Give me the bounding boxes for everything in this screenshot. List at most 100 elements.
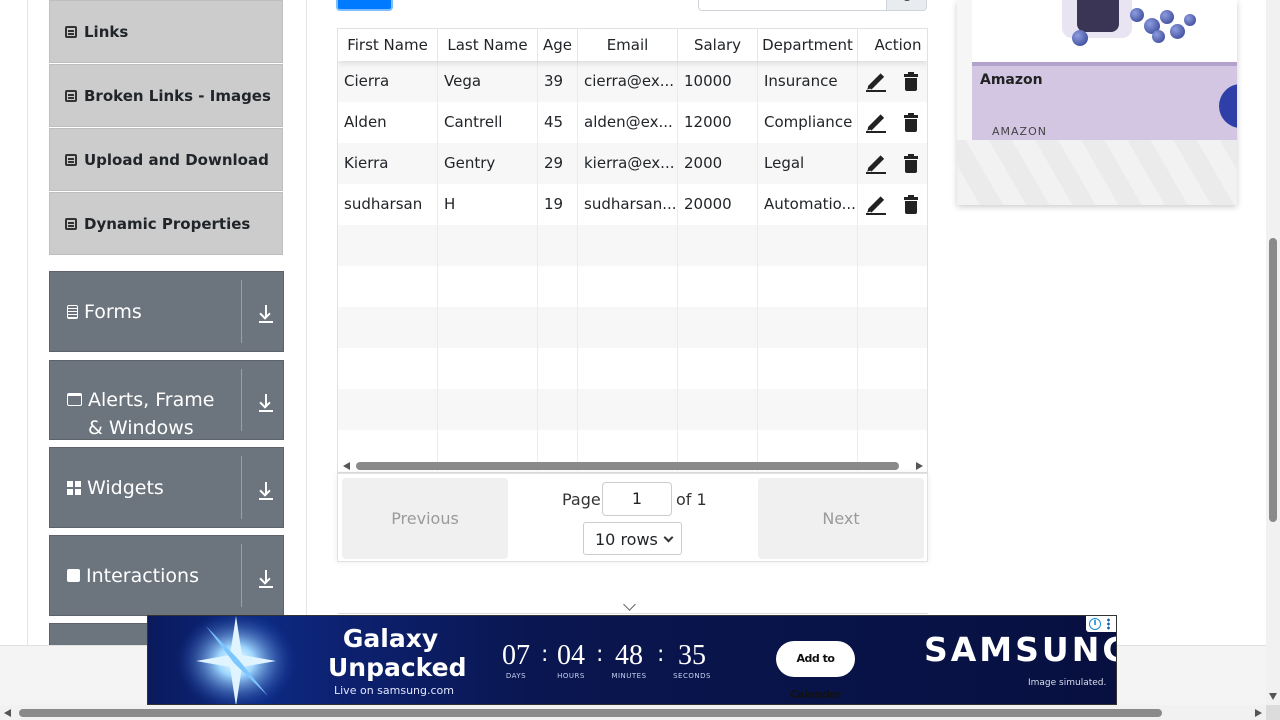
table-cell-email: sudharsan... (578, 184, 678, 225)
table-cell (338, 389, 438, 430)
edit-icon[interactable] (866, 72, 886, 92)
page-number-input[interactable]: 1 (602, 482, 672, 516)
scroll-right-icon[interactable] (1255, 709, 1262, 717)
table-row (338, 225, 927, 266)
table-cell-age: 19 (538, 184, 578, 225)
edit-icon[interactable] (866, 195, 886, 215)
download-icon[interactable] (258, 394, 274, 412)
next-button[interactable]: Next (758, 478, 924, 559)
column-header[interactable]: Salary (678, 29, 758, 61)
search-icon (902, 0, 912, 1)
table-cell (858, 307, 927, 348)
adchoices-icon[interactable]: i (1086, 616, 1116, 632)
table-cell (758, 348, 858, 389)
rows-per-page-select[interactable]: 10 rows (583, 522, 682, 555)
table-cell (538, 348, 578, 389)
table-cell (858, 389, 927, 430)
web-table: First Name Last Name Age Email Salary De… (337, 28, 928, 473)
column-header[interactable]: Email (578, 29, 678, 61)
group-label: Forms (84, 301, 142, 323)
sidebar-group-alerts[interactable]: Alerts, Frame & Windows (49, 360, 284, 440)
sidebar-item-label: Broken Links - Images (84, 86, 271, 105)
chevron-down-icon[interactable] (623, 598, 636, 611)
column-header[interactable]: First Name (338, 29, 438, 61)
table-row: Cierra Vega 39 cierra@ex... 10000 Insurance (338, 61, 927, 102)
sidebar-item-links[interactable]: Links (49, 0, 283, 63)
table-cell (758, 389, 858, 430)
delete-icon[interactable] (902, 154, 922, 174)
column-header[interactable]: Last Name (438, 29, 538, 61)
sidebar-right-border (306, 0, 307, 645)
delete-icon[interactable] (902, 195, 922, 215)
horizontal-scrollbar[interactable] (0, 705, 1266, 720)
scroll-left-icon[interactable] (343, 462, 350, 470)
table-cell-last: Cantrell (438, 102, 538, 143)
previous-button[interactable]: Previous (342, 478, 508, 559)
scroll-left-icon[interactable] (4, 709, 11, 717)
total-pages: of 1 (676, 490, 707, 509)
add-button[interactable] (336, 0, 393, 11)
banner-advertisement[interactable]: Galaxy Unpacked Live on samsung.com 07 D… (147, 615, 1117, 705)
scroll-down-icon[interactable] (1269, 693, 1277, 700)
group-label: Widgets (87, 477, 164, 499)
table-cell (678, 266, 758, 307)
add-to-calendar-button[interactable]: Add to Calender (776, 641, 855, 701)
table-cell-salary: 2000 (678, 143, 758, 184)
table-cell (578, 225, 678, 266)
table-cell-salary: 12000 (678, 102, 758, 143)
table-cell (678, 225, 758, 266)
sidebar-item-dynamic-properties[interactable]: Dynamic Properties (49, 192, 283, 255)
scroll-right-icon[interactable] (916, 462, 923, 470)
vertical-scrollbar[interactable] (1266, 0, 1280, 705)
delete-icon[interactable] (902, 113, 922, 133)
countdown-minutes: 48 (615, 640, 643, 671)
side-advertisement[interactable]: Amazon AMAZON (957, 0, 1237, 205)
table-cell (678, 389, 758, 430)
download-icon[interactable] (258, 570, 274, 588)
form-icon (67, 305, 78, 319)
delete-icon[interactable] (902, 72, 922, 92)
table-cell (538, 266, 578, 307)
download-icon[interactable] (258, 305, 274, 323)
divider (338, 613, 928, 614)
column-header[interactable]: Age (538, 29, 578, 61)
table-cell (858, 348, 927, 389)
group-label: Interactions (86, 565, 199, 587)
table-header: First Name Last Name Age Email Salary De… (338, 29, 927, 61)
scroll-thumb[interactable] (19, 709, 1162, 717)
brand-logo: SAMSUNG (924, 630, 1117, 669)
table-cell-age: 45 (538, 102, 578, 143)
sidebar-item-label: Links (84, 22, 129, 41)
search-button[interactable] (886, 0, 927, 11)
sidebar-group-widgets[interactable]: Widgets (49, 447, 284, 528)
sidebar-group-forms[interactable]: Forms (49, 271, 284, 352)
countdown-seconds: 35 (678, 640, 706, 671)
table-cell-dept: Automatio... (758, 184, 858, 225)
table-cell-dept: Legal (758, 143, 858, 184)
edit-icon[interactable] (866, 154, 886, 174)
table-cell-first: sudharsan (338, 184, 438, 225)
scroll-thumb[interactable] (356, 462, 899, 470)
download-icon[interactable] (258, 482, 274, 500)
table-row (338, 389, 927, 430)
sidebar-group-interactions[interactable]: Interactions (49, 535, 284, 616)
edit-icon[interactable] (866, 113, 886, 133)
column-header[interactable]: Department (758, 29, 858, 61)
ad-live-text: Live on samsung.com (334, 684, 454, 697)
sidebar-item-upload-download[interactable]: Upload and Download (49, 128, 283, 191)
column-header[interactable]: Action (858, 29, 927, 61)
search-input[interactable] (698, 0, 887, 11)
table-cell (338, 307, 438, 348)
sidebar-item-broken-links[interactable]: Broken Links - Images (49, 64, 283, 127)
table-cell-email: kierra@ex... (578, 143, 678, 184)
ad-title: Amazon (980, 72, 1043, 88)
group-label: Alerts, Frame & Windows (88, 389, 215, 439)
sidebar-item-label: Dynamic Properties (84, 214, 251, 233)
table-cell-last: Gentry (438, 143, 538, 184)
table-cell-age: 39 (538, 61, 578, 102)
table-horizontal-scrollbar[interactable] (338, 459, 927, 472)
scroll-thumb[interactable] (1269, 238, 1277, 522)
table-cell-last: H (438, 184, 538, 225)
table-cell-first: Cierra (338, 61, 438, 102)
countdown-hours-label: HOURS (557, 672, 585, 680)
